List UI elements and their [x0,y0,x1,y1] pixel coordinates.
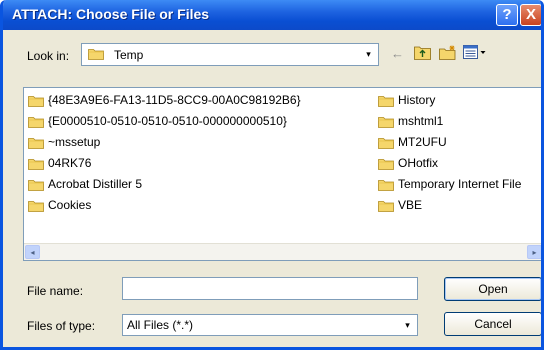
folder-icon [28,117,44,128]
folder-icon [378,138,394,149]
folder-icon [28,96,44,107]
folder-icon [378,96,394,107]
files-of-type-value: All Files (*.*) [127,318,194,332]
folder-icon [28,159,44,170]
look-in-dropdown-button[interactable]: ▾ [360,45,377,64]
files-of-type-combo[interactable]: All Files (*.*) ▾ [122,314,418,336]
list-item[interactable]: {48E3A9E6-FA13-11D5-8CC9-00A0C98192B6} [28,93,368,109]
title-bar[interactable]: ATTACH: Choose File or Files ? X [3,0,541,30]
file-name: ~mssetup [48,135,101,149]
folder-icon [28,201,44,212]
list-item[interactable]: MT2UFU [378,135,541,151]
file-list[interactable]: {48E3A9E6-FA13-11D5-8CC9-00A0C98192B6} {… [23,87,541,261]
file-name: MT2UFU [398,135,447,149]
list-item[interactable]: 04RK76 [28,156,368,172]
list-item[interactable]: History [378,93,541,109]
file-name: {48E3A9E6-FA13-11D5-8CC9-00A0C98192B6} [48,93,301,107]
file-name: History [398,93,436,107]
look-in-combo[interactable]: Temp ▾ [81,43,379,66]
files-of-type-label: Files of type: [27,319,96,333]
folder-icon [88,49,104,60]
scroll-right-button[interactable]: ▸ [527,245,541,259]
folder-icon [378,201,394,212]
file-name: Cookies [48,198,92,212]
up-one-level-icon[interactable] [414,45,431,60]
list-item[interactable]: mshtml1 [378,114,541,130]
list-item[interactable]: {E0000510-0510-0510-0510-000000000510} [28,114,368,130]
folder-icon [378,159,394,170]
new-folder-icon[interactable] [439,45,457,60]
file-name: VBE [398,198,423,212]
cancel-button[interactable]: Cancel [444,312,541,336]
file-name: mshtml1 [398,114,444,128]
look-in-label: Look in: [27,49,70,63]
folder-icon [28,138,44,149]
folder-icon [378,180,394,191]
file-name-field[interactable] [122,277,418,300]
list-item[interactable]: Acrobat Distiller 5 [28,177,368,193]
horizontal-scrollbar[interactable]: ◂ ▸ [24,243,541,260]
choose-file-dialog: ATTACH: Choose File or Files ? X Look in… [0,0,544,350]
folder-icon [28,180,44,191]
file-name: {E0000510-0510-0510-0510-000000000510} [48,114,287,128]
file-name: Temporary Internet File [398,177,522,191]
look-in-value: Temp [114,48,144,62]
back-arrow-icon[interactable]: ← [391,47,404,61]
help-button[interactable]: ? [496,4,518,26]
files-of-type-dropdown-button[interactable]: ▾ [399,316,416,335]
close-button[interactable]: X [520,4,541,26]
file-name: Acrobat Distiller 5 [48,177,143,191]
scroll-left-button[interactable]: ◂ [25,245,40,259]
file-name: 04RK76 [48,156,92,170]
dialog-title: ATTACH: Choose File or Files [12,6,210,22]
list-item[interactable]: Temporary Internet File [378,177,541,193]
open-button[interactable]: Open [444,277,541,301]
list-item[interactable]: OHotfix [378,156,541,172]
list-item[interactable]: ~mssetup [28,135,368,151]
views-menu-icon[interactable] [463,45,487,60]
file-name-label: File name: [27,284,84,298]
file-name: OHotfix [398,156,439,170]
list-item[interactable]: Cookies [28,198,368,214]
folder-icon [378,117,394,128]
list-item[interactable]: VBE [378,198,541,214]
